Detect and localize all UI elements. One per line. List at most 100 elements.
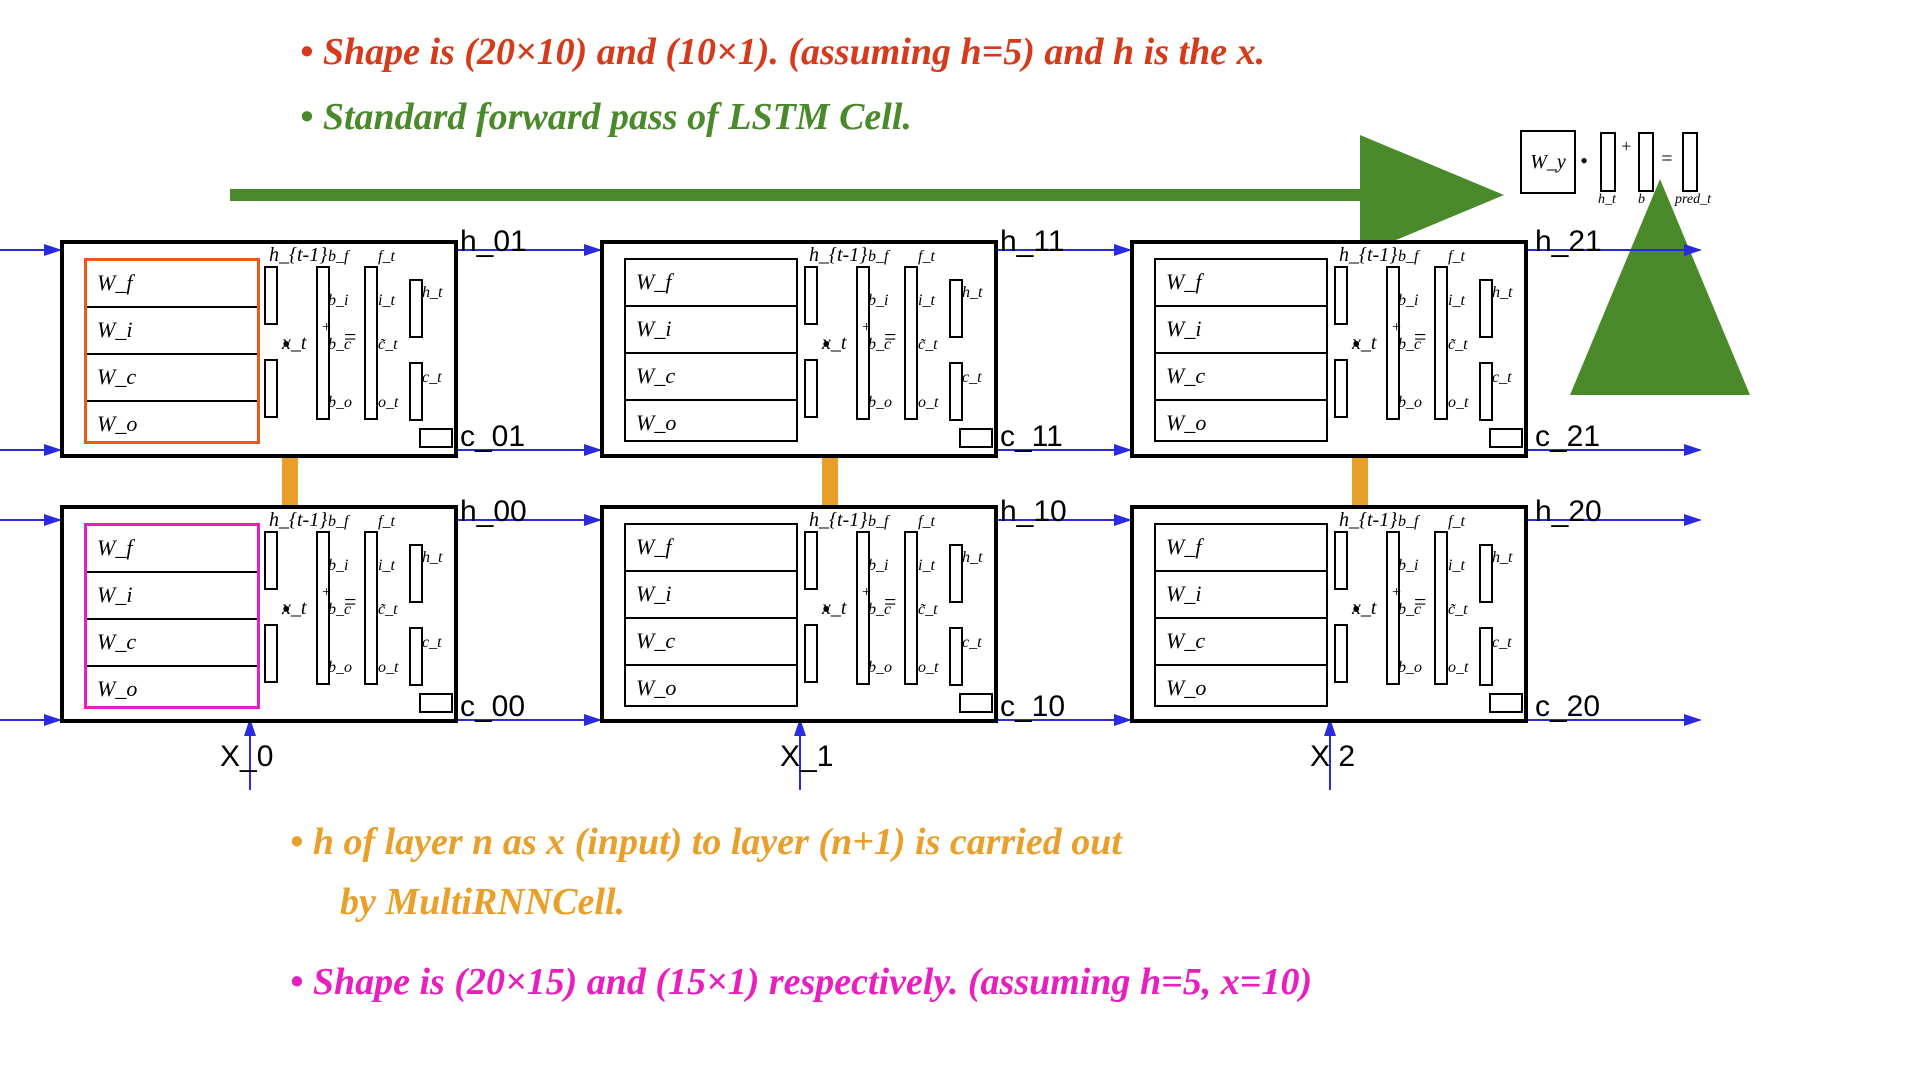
lbl-ht: h_t [1492,549,1512,567]
lbl-ft: f_t [918,248,935,266]
vec-gates [904,531,918,685]
label-c10: c_10 [1000,690,1065,724]
lbl-ot: o_t [378,394,398,412]
vec-ct [1479,362,1493,421]
label-x1: X_1 [780,740,833,774]
vec-xt [1334,624,1348,683]
weight-wi: W_i [626,572,796,619]
vec-ct [1479,627,1493,686]
lbl-it: i_t [918,292,935,310]
label-h10: h_10 [1000,495,1067,529]
eq-op: = [884,589,896,615]
weight-wc: W_c [87,355,257,402]
lbl-ft: f_t [1448,248,1465,266]
output-wy: W_y [1520,130,1576,194]
label-c20: c_20 [1535,690,1600,724]
vec-hprev [1334,531,1348,590]
vec-xt [1334,359,1348,418]
vec-ht [409,544,423,603]
weight-wf: W_f [626,260,796,307]
weight-wo: W_o [87,402,257,447]
lbl-ft: f_t [1448,513,1465,531]
vec-xt [264,359,278,418]
eq-op: = [1414,589,1426,615]
lbl-bo: b_o [328,659,352,677]
dot-op: • [282,332,290,359]
lbl-ct: c_t [422,634,442,652]
lbl-ot: o_t [1448,394,1468,412]
vec-ct1 [1489,693,1523,713]
weight-wc: W_c [1156,354,1326,401]
lbl-bf: b_f [868,248,888,266]
lbl-ht: h_t [422,284,442,302]
weight-wo: W_o [626,401,796,446]
lbl-bi: b_i [868,292,888,310]
vec-ct1 [419,428,453,448]
lbl-bo: b_o [868,394,892,412]
vec-hprev [804,531,818,590]
weight-block: W_f W_i W_c W_o [84,258,260,444]
lbl-ctilde: c̃_t [918,601,938,619]
vec-hprev [1334,266,1348,325]
lbl-it: i_t [378,557,395,575]
note-bottom-orange-line2: by MultiRNNCell. [340,880,625,924]
vec-ht [1479,544,1493,603]
lbl-it: i_t [1448,557,1465,575]
vec-gates [364,266,378,420]
weight-wo: W_o [626,666,796,711]
weight-wf: W_f [626,525,796,572]
vec-hprev [264,531,278,590]
vec-hprev [804,266,818,325]
lbl-ot: o_t [378,659,398,677]
lstm-cell-1-2: W_f W_i W_c W_o h_{t-1} x_t • b_f b_i b_… [1130,240,1528,458]
lbl-ft: f_t [378,513,395,531]
vec-ct [409,362,423,421]
output-eq: = [1660,148,1674,171]
dot-op: • [1352,332,1360,359]
lbl-bo: b_o [868,659,892,677]
output-b-vec [1638,132,1654,192]
label-x0: X_0 [220,740,273,774]
lstm-cell-1-1: W_f W_i W_c W_o h_{t-1} x_t • b_f b_i b_… [600,240,998,458]
weight-wi: W_i [87,308,257,355]
vec-ct1 [959,693,993,713]
lbl-ht: h_t [1492,284,1512,302]
output-equation: W_y • h_t + b = pred_t [1520,130,1780,200]
label-h01: h_01 [460,225,527,259]
weight-wf: W_f [87,526,257,573]
lbl-hprev: h_{t-1} [1339,244,1397,267]
weight-wf: W_f [87,261,257,308]
plus-op: + [1392,584,1401,602]
vec-ct1 [959,428,993,448]
weight-wi: W_i [87,573,257,620]
weight-wf: W_f [1156,260,1326,307]
vec-ht [949,279,963,338]
vec-ht [1479,279,1493,338]
lbl-hprev: h_{t-1} [809,509,867,532]
plus-op: + [862,319,871,337]
lstm-cell-0-2: W_f W_i W_c W_o h_{t-1} x_t • b_f b_i b_… [1130,505,1528,723]
vec-ct1 [1489,428,1523,448]
label-c01: c_01 [460,420,525,454]
weight-wi: W_i [626,307,796,354]
vec-ct [949,362,963,421]
vec-ct [949,627,963,686]
vec-hprev [264,266,278,325]
lbl-ctilde: c̃_t [378,336,398,354]
lbl-ctilde: c̃_t [1448,336,1468,354]
lbl-ctilde: c̃_t [1448,601,1468,619]
output-pred-vec [1682,132,1698,192]
lbl-bi: b_i [328,557,348,575]
lbl-bi: b_i [1398,292,1418,310]
diagram-canvas: { "notes": { "top_red": "Shape is (20×10… [0,0,1920,1080]
label-c00: c_00 [460,690,525,724]
label-h20: h_20 [1535,495,1602,529]
plus-op: + [322,319,331,337]
weight-block: W_f W_i W_c W_o [624,258,798,442]
lbl-bf: b_f [328,248,348,266]
lbl-bi: b_i [328,292,348,310]
lbl-ct: c_t [1492,634,1512,652]
lbl-ct: c_t [422,369,442,387]
lbl-ot: o_t [1448,659,1468,677]
lbl-bf: b_f [1398,248,1418,266]
